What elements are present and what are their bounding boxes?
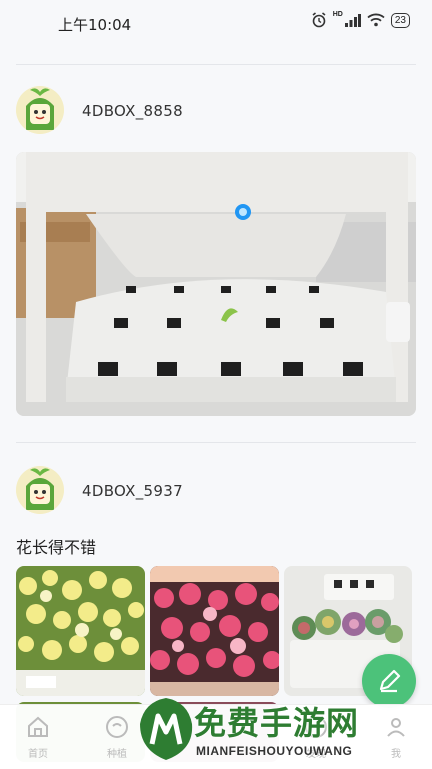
status-time: 上午10:04 [58, 16, 132, 34]
home-icon [28, 716, 48, 737]
signal-icon [344, 14, 361, 27]
pink-flowers-photo [150, 566, 279, 696]
divider [16, 64, 416, 65]
divider [16, 442, 416, 443]
status-bar: 上午10:04 HD 23 [0, 0, 432, 40]
nav-label: 种植 [107, 749, 127, 760]
post-text: 花长得不错 [16, 538, 97, 557]
post-photo[interactable] [16, 152, 416, 416]
hd-indicator: HD [332, 10, 343, 18]
grow-box-photo [16, 152, 416, 416]
nav-item-plant[interactable]: 种植 [97, 715, 137, 760]
status-icons: HD 23 [311, 10, 410, 28]
post-photo[interactable] [16, 566, 145, 696]
watermark-subtitle: MIANFEISHOUYOUWANG [196, 744, 353, 758]
plant-icon [106, 716, 128, 738]
watermark-logo-icon [140, 698, 193, 760]
avatar[interactable] [16, 466, 64, 514]
nav-item-home[interactable]: 首页 [18, 715, 58, 760]
post-photo[interactable] [150, 566, 279, 696]
avatar-mascot-icon [16, 86, 64, 134]
wifi-icon [367, 13, 385, 27]
avatar[interactable] [16, 86, 64, 134]
post-username[interactable]: 4DBOX_8858 [82, 102, 183, 120]
watermark: 免费手游网 MIANFEISHOUYOUWANG [136, 690, 432, 768]
battery-indicator: 23 [390, 12, 410, 28]
watermark-title: 免费手游网 [194, 704, 360, 742]
yellow-flowers-photo [16, 566, 145, 696]
post-username[interactable]: 4DBOX_5937 [82, 482, 183, 500]
nav-label: 首页 [28, 749, 48, 760]
avatar-mascot-icon [16, 466, 64, 514]
alarm-icon [312, 12, 326, 28]
